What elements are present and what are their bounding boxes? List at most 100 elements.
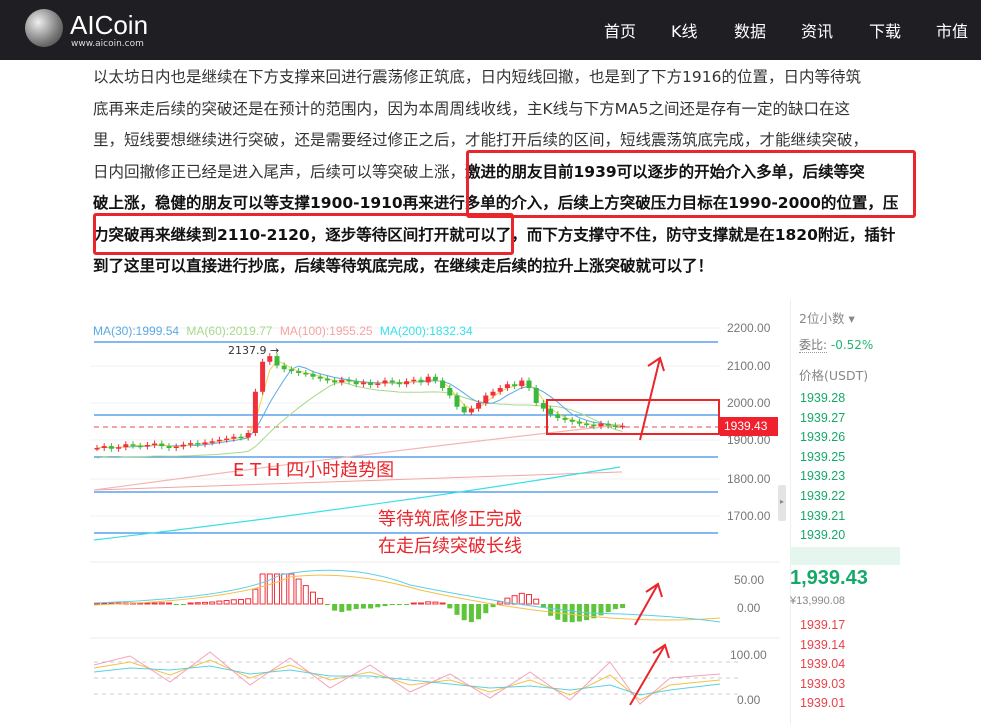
macd-bar [382,604,388,607]
nav-data[interactable]: 数据 [734,18,766,42]
ma60-label: MA(60):2019.77 [186,324,273,338]
candle-body [454,395,460,407]
order-ratio: 委比: -0.52% [799,336,873,353]
macd-dif-line [93,569,721,623]
ask-price-row[interactable]: 1939.21 [800,509,845,523]
nav-kline[interactable]: K线 [671,18,698,42]
macd-bar [404,604,410,605]
candle-body [526,380,532,388]
macd-bar [461,604,467,621]
candle-body [317,376,323,379]
candle-body [620,425,626,428]
candle-body [468,408,474,413]
candle-body [274,356,280,366]
candle-body [303,373,309,375]
nav-market-cap[interactable]: 市值 [936,18,968,42]
ratio-value: -0.52% [830,338,874,352]
candle-body [332,380,338,383]
candle-body [512,384,518,387]
candle-body [396,382,402,385]
candle-body [497,388,503,392]
ma200-label: MA(200):1832.34 [379,324,473,338]
nav-home[interactable]: 首页 [604,18,636,42]
top-nav-bar: AICoin www.aicoin.com 首页 K线 数据 资讯 下载 市值 [0,0,981,60]
macd-axis-label: 0.00 [737,601,761,615]
macd-bar [151,602,158,605]
chart-annotation-title: E T H 四小时趋势图 [233,460,395,481]
price-header: 价格(USDT) [799,368,869,383]
macd-bar [310,591,316,605]
macd-bar [368,604,374,609]
macd-bar [194,602,201,605]
ask-price-row[interactable]: 1939.25 [800,450,845,464]
macd-bar [216,600,223,605]
nav-download[interactable]: 下载 [869,18,901,42]
candle-body [152,443,158,445]
candle-body [425,376,431,383]
kdj-axis-label: 100.00 [730,648,767,662]
collapse-panel-toggle[interactable]: ▸ [778,485,786,521]
macd-bar [144,602,151,605]
ask-price-row[interactable]: 1939.23 [800,469,845,483]
macd-bar [288,573,295,605]
bid-price-row[interactable]: 1939.03 [800,677,845,691]
candle-body [188,443,194,445]
candle-body [123,444,129,448]
candle-body [238,436,244,439]
bid-price-row[interactable]: 1939.14 [800,638,845,652]
last-price-cny: ¥13,990.08 [790,595,846,607]
brand-url: www.aicoin.com [71,39,144,49]
candle-body [447,388,453,396]
macd-bar [353,604,359,610]
macd-bar [166,602,172,605]
current-price-tag: 1939.43 [720,417,778,436]
macd-bar [476,604,482,620]
macd-bar [295,578,302,605]
article-text: 日内回撤修正已经是进入尾声，后续可以等突破上涨， [93,162,466,181]
decimals-select[interactable]: 2位小数 ▾ [799,308,855,327]
macd-bar [605,604,611,613]
ask-price-row[interactable]: 1939.22 [800,489,845,503]
candle-body [346,379,352,382]
nav-news[interactable]: 资讯 [801,18,833,42]
ask-price-row[interactable]: 1939.28 [800,391,845,405]
candle-body [389,380,395,383]
macd-bar [230,599,237,605]
candle-body [144,445,150,447]
chart-annotation: 在走后续突破长线 [378,536,522,557]
price-axis-label: 1700.00 [727,509,771,523]
bid-price-row[interactable]: 1939.01 [800,696,845,710]
macd-bar [548,604,554,616]
bid-price-row[interactable]: 1939.04 [800,657,845,671]
highlight-box [466,150,916,218]
bid-price-row[interactable]: 1939.17 [800,618,845,632]
ma-legend: MA(30):1999.54 MA(60):2019.77 MA(100):19… [93,324,473,338]
macd-bar [259,573,266,605]
last-price: 1,939.43 [790,567,868,589]
article-line: 以太坊日内也是继续在下方支撑来回进行震荡修正筑底，日内短线回撤，也是到了下方19… [93,68,861,86]
ask-price-row[interactable]: 1939.20 [800,528,845,542]
candle-body [533,388,539,403]
candle-body [418,379,424,383]
macd-bar [555,604,561,620]
aicoin-logo-icon[interactable] [25,9,63,47]
ma30-label: MA(30):1999.54 [93,324,180,338]
macd-bar [439,602,446,605]
ask-price-row[interactable]: 1939.26 [800,430,845,444]
macd-bar [425,601,432,605]
ask-price-row[interactable]: 1939.27 [800,411,845,425]
candle-body [353,381,359,385]
candle-body [180,444,186,447]
candle-body [260,361,266,392]
candle-body [360,382,366,385]
macd-bar [518,592,525,605]
candle-body [130,444,136,446]
article-bold-text: 到了这里可以直接进行抄底，后续等待筑底完成，在继续走后续的拉升上涨突破就可以了！ [93,257,714,275]
macd-bar [468,604,474,623]
macd-bar [173,604,179,605]
brand-name[interactable]: AICoin [70,10,148,41]
arrow-icon [634,582,663,626]
candle-body [576,421,582,424]
candle-body [461,406,467,413]
macd-bar [202,601,208,605]
